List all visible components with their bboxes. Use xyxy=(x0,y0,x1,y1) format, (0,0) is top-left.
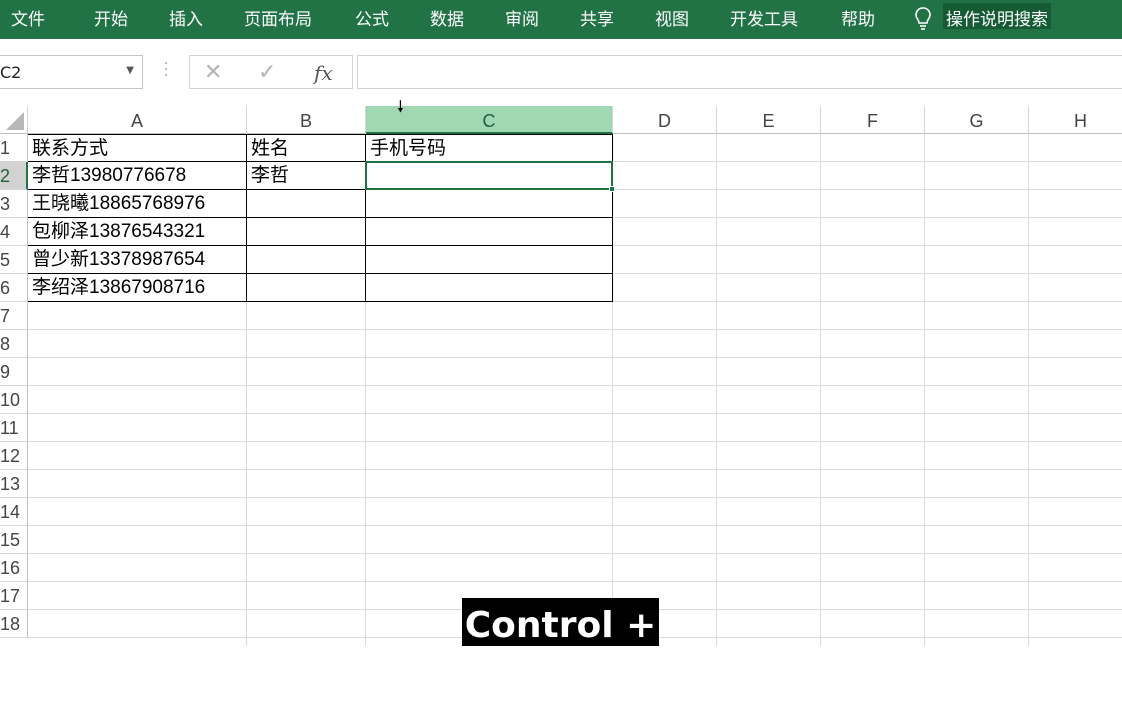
tab-insert[interactable]: 插入 xyxy=(169,5,203,30)
cell-b5[interactable] xyxy=(247,246,366,274)
cell-c4[interactable] xyxy=(366,218,613,246)
keycast-overlay: Control + c xyxy=(462,598,659,702)
tab-formulas[interactable]: 公式 xyxy=(355,5,389,30)
row-header-2[interactable]: 2 xyxy=(0,162,28,190)
row-header-4[interactable]: 4 xyxy=(0,218,28,246)
row-header-1[interactable]: 1 xyxy=(0,134,28,162)
tab-help[interactable]: 帮助 xyxy=(841,5,875,30)
cell-c2[interactable] xyxy=(366,162,613,190)
select-all-icon xyxy=(6,112,24,130)
check-icon[interactable]: ✓ xyxy=(258,60,276,85)
formula-input[interactable] xyxy=(357,55,1122,89)
tab-developer[interactable]: 开发工具 xyxy=(730,5,798,30)
row-header-5[interactable]: 5 xyxy=(0,246,28,274)
ribbon-tab-bar: 文件 开始 插入 页面布局 公式 数据 审阅 共享 视图 开发工具 帮助 操作说… xyxy=(0,0,1122,39)
row-header-18[interactable]: 18 xyxy=(0,610,28,638)
tab-data[interactable]: 数据 xyxy=(430,5,464,30)
tell-me-search[interactable]: 操作说明搜索 xyxy=(943,3,1051,30)
row-header-15[interactable]: 15 xyxy=(0,526,28,554)
name-box[interactable]: C2 ▼ xyxy=(0,55,143,89)
row-header-8[interactable]: 8 xyxy=(0,330,28,358)
row-header-14[interactable]: 14 xyxy=(0,498,28,526)
cell-a6[interactable]: 李绍泽13867908716 xyxy=(28,274,247,302)
tab-review[interactable]: 审阅 xyxy=(505,5,539,30)
cell-c5[interactable] xyxy=(366,246,613,274)
row-header-9[interactable]: 9 xyxy=(0,358,28,386)
cell-a5[interactable]: 曾少新13378987654 xyxy=(28,246,247,274)
column-header-a[interactable]: A xyxy=(28,106,247,134)
column-header-f[interactable]: F xyxy=(821,106,925,134)
drag-handle-icon[interactable]: · · · xyxy=(160,57,172,85)
row-header-17[interactable]: 17 xyxy=(0,582,28,610)
function-icon[interactable]: fx xyxy=(314,61,333,85)
column-header-e[interactable]: E xyxy=(717,106,821,134)
tab-file[interactable]: 文件 xyxy=(11,5,45,30)
row-header-3[interactable]: 3 xyxy=(0,190,28,218)
row-header-10[interactable]: 10 xyxy=(0,386,28,414)
row-header-7[interactable]: 7 xyxy=(0,302,28,330)
tab-view[interactable]: 视图 xyxy=(655,5,689,30)
cell-b4[interactable] xyxy=(247,218,366,246)
cell-c1[interactable]: 手机号码 xyxy=(366,134,613,162)
row-header-6[interactable]: 6 xyxy=(0,274,28,302)
name-box-value: C2 xyxy=(0,63,22,82)
row-header-16[interactable]: 16 xyxy=(0,554,28,582)
cell-c3[interactable] xyxy=(366,190,613,218)
lightbulb-icon[interactable] xyxy=(913,6,933,30)
row-header-13[interactable]: 13 xyxy=(0,470,28,498)
fill-handle[interactable] xyxy=(609,186,615,192)
close-icon[interactable]: ✕ xyxy=(204,60,222,85)
row-header-12[interactable]: 12 xyxy=(0,442,28,470)
cursor-down-arrow-icon: 🠗 xyxy=(397,97,404,116)
cell-b2[interactable]: 李哲 xyxy=(247,162,366,190)
formula-buttons: ✕ ✓ fx xyxy=(189,55,353,89)
row-header-11[interactable]: 11 xyxy=(0,414,28,442)
cell-a4[interactable]: 包柳泽13876543321 xyxy=(28,218,247,246)
cell-a1[interactable]: 联系方式 xyxy=(28,134,247,162)
column-header-d[interactable]: D xyxy=(613,106,717,134)
cell-c6[interactable] xyxy=(366,274,613,302)
formula-bar: C2 ▼ · · · ✕ ✓ fx xyxy=(0,39,1122,106)
cell-a3[interactable]: 王晓曦18865768976 xyxy=(28,190,247,218)
column-header-b[interactable]: B xyxy=(247,106,366,134)
cell-a2[interactable]: 李哲13980776678 xyxy=(28,162,247,190)
column-header-g[interactable]: G xyxy=(925,106,1029,134)
cell-b3[interactable] xyxy=(247,190,366,218)
tab-page-layout[interactable]: 页面布局 xyxy=(244,5,312,30)
chevron-down-icon[interactable]: ▼ xyxy=(126,65,134,76)
spreadsheet-grid: A B C D E F G H 1 2 3 4 5 6 7 8 9 10 11 … xyxy=(0,106,1122,646)
cell-b6[interactable] xyxy=(247,274,366,302)
tab-share[interactable]: 共享 xyxy=(580,5,614,30)
select-all-button[interactable] xyxy=(0,106,28,134)
tab-home[interactable]: 开始 xyxy=(94,5,128,30)
column-header-h[interactable]: H xyxy=(1029,106,1122,134)
cell-b1[interactable]: 姓名 xyxy=(247,134,366,162)
